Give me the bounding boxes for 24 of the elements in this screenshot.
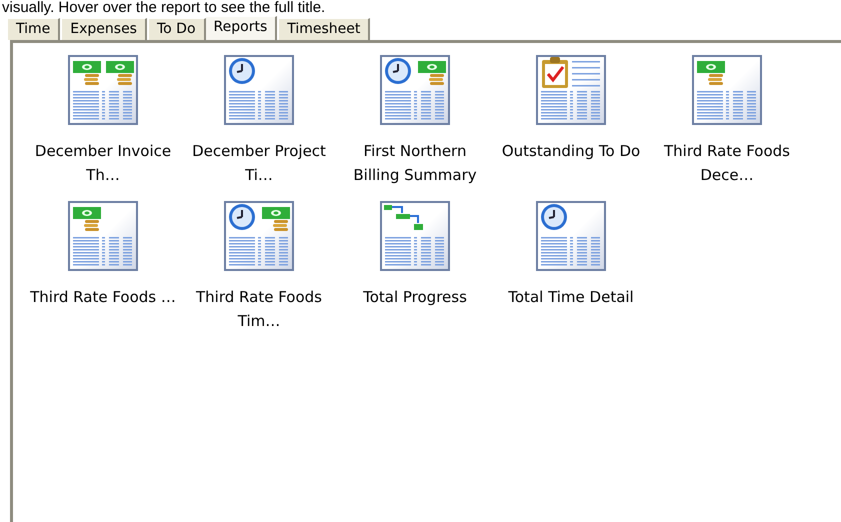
tab[interactable]: Time xyxy=(6,18,60,40)
report-title[interactable]: Outstanding To Do xyxy=(496,139,646,163)
hint-text: visually. Hover over the report to see the full title. xyxy=(1,0,326,16)
report-title[interactable]: December Project Ti… xyxy=(184,139,334,187)
report-title[interactable]: Total Progress xyxy=(340,285,490,309)
flowchart-report-icon[interactable] xyxy=(380,201,450,271)
tab[interactable]: Timesheet xyxy=(277,18,370,40)
tab[interactable]: Reports xyxy=(206,16,278,40)
clipboard-report-icon[interactable] xyxy=(536,55,606,125)
report-title[interactable]: Third Rate Foods … xyxy=(28,285,178,309)
clock-money-report-icon[interactable] xyxy=(380,55,450,125)
money-report-icon[interactable] xyxy=(692,55,762,125)
report-title[interactable]: Total Time Detail xyxy=(496,285,646,309)
report-title[interactable]: Third Rate Foods Dece… xyxy=(652,139,802,187)
clock-report-icon[interactable] xyxy=(224,55,294,125)
clock-report-icon[interactable] xyxy=(536,201,606,271)
tab[interactable]: Expenses xyxy=(60,18,147,40)
report-title[interactable]: Third Rate Foods Tim… xyxy=(184,285,334,333)
clock-money-report-icon[interactable] xyxy=(224,201,294,271)
report-title[interactable]: December Invoice Th… xyxy=(28,139,178,187)
report-title[interactable]: First Northern Billing Summary xyxy=(340,139,490,187)
tab[interactable]: To Do xyxy=(146,18,206,40)
money-report-icon[interactable] xyxy=(68,201,138,271)
money-report-icon[interactable] xyxy=(68,55,138,125)
